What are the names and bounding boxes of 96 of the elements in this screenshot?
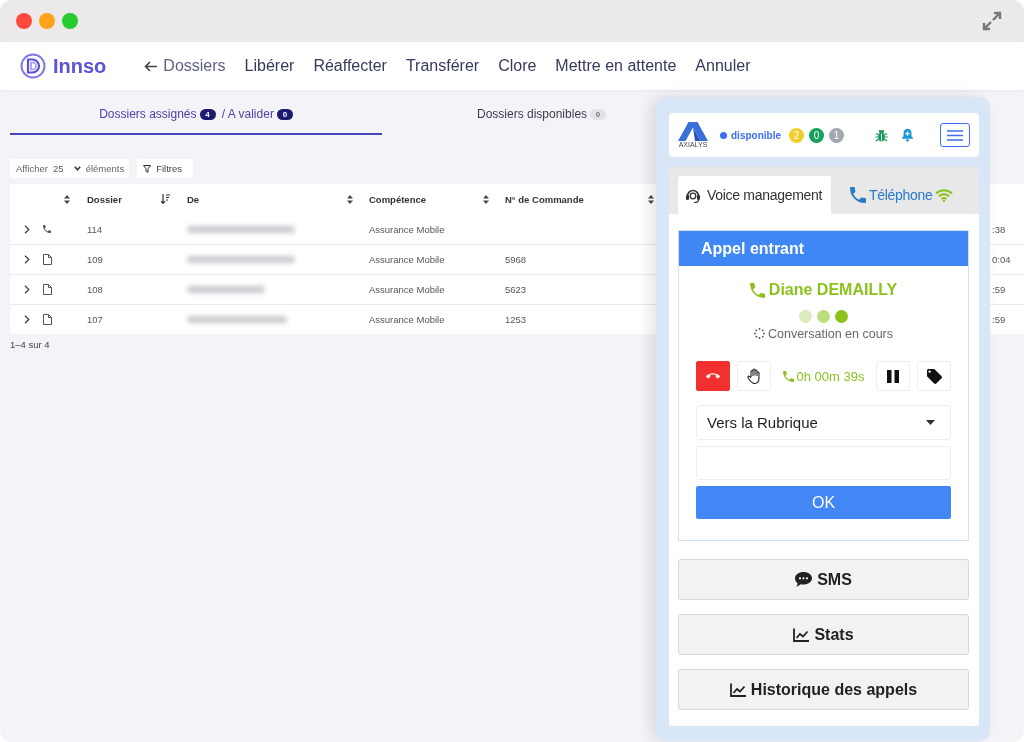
page-size-suffix: éléments: [85, 163, 125, 174]
bell-icon[interactable]: [901, 128, 914, 142]
sort-descending-icon[interactable]: [161, 194, 170, 204]
status-dot-icon: [720, 131, 727, 139]
tab[interactable]: Voice management: [678, 176, 831, 214]
sort-icon[interactable]: [483, 194, 489, 204]
close-icon[interactable]: [16, 13, 32, 29]
logo-icon: [20, 53, 46, 79]
history-button[interactable]: Historique des appels: [678, 669, 969, 710]
page-size-label: Afficher: [16, 163, 49, 174]
progress-dot: [835, 310, 848, 323]
wifi-icon: [935, 188, 954, 202]
document-icon: [43, 284, 52, 295]
fullscreen-icon[interactable]: [982, 11, 1002, 31]
table-cell: Assurance Mobile: [369, 254, 445, 265]
call-card-title: Appel entrant: [679, 231, 968, 266]
sms-button[interactable]: SMS: [678, 559, 969, 600]
bug-icon[interactable]: [875, 128, 888, 142]
progress-dot: [799, 310, 812, 323]
chevron-icon[interactable]: [24, 224, 30, 234]
table-cell: Assurance Mobile: [369, 314, 445, 325]
count-badge: 0: [276, 108, 293, 120]
logo-icon: [678, 121, 708, 141]
hang-up-button[interactable]: [696, 361, 730, 391]
phone-icon: [782, 370, 794, 382]
column-header[interactable]: Compétence: [359, 184, 495, 214]
tab[interactable]: Téléphone: [843, 176, 961, 214]
pagination-text: 1–4 sur 4: [10, 339, 50, 350]
counter-badge: 2: [789, 127, 804, 143]
menu-button[interactable]: [940, 123, 970, 147]
chevron-icon[interactable]: [24, 285, 30, 294]
table-cell: 5968: [505, 254, 527, 265]
progress-dot: [817, 310, 830, 323]
hand-icon: [747, 368, 761, 384]
table-cell: 1253: [505, 314, 527, 325]
spinner-icon: [753, 328, 765, 339]
sort-icon[interactable]: [648, 194, 654, 204]
toolbar-action[interactable]: Libérer: [244, 57, 295, 75]
tag-button[interactable]: [917, 361, 951, 391]
menu-icon: [947, 129, 963, 141]
chevron-down-icon: [73, 166, 81, 171]
column-header[interactable]: De: [177, 184, 359, 214]
toolbar-action[interactable]: Réaffecter: [313, 57, 387, 75]
page-size-select[interactable]: 25: [53, 163, 81, 174]
phone-icon: [749, 282, 765, 298]
toolbar-action[interactable]: Transférer: [405, 57, 480, 75]
column-header[interactable]: Dossier: [75, 184, 177, 214]
count-badge: 0: [590, 108, 607, 120]
stats-button[interactable]: Stats: [678, 614, 969, 655]
table-cell: :38: [992, 223, 1006, 235]
filter-button[interactable]: Filtres: [137, 159, 194, 178]
table-cell: 108: [87, 284, 103, 295]
back-link[interactable]: Dossiers: [144, 57, 226, 75]
chat-bubble-icon: [795, 572, 813, 587]
line-chart-icon: [729, 682, 746, 697]
status-label[interactable]: disponible: [731, 129, 781, 141]
hand-button[interactable]: [737, 361, 771, 391]
count-badge: 4: [199, 108, 216, 120]
document-icon: [43, 254, 52, 265]
toolbar-action[interactable]: Annuler: [695, 57, 751, 75]
table-cell: Assurance Mobile: [369, 284, 445, 295]
caller-name: Diane DEMAILLY: [768, 281, 898, 299]
phone-icon: [43, 225, 51, 233]
toolbar-action[interactable]: Mettre en attente: [555, 57, 677, 75]
sort-icon[interactable]: [64, 194, 70, 204]
phone-icon: [850, 187, 866, 203]
pause-button[interactable]: [876, 361, 910, 391]
hang-up-icon: [706, 373, 720, 379]
table-cell: 0:04: [992, 254, 1011, 265]
table-cell: 107: [87, 314, 103, 325]
app-name: Innso: [53, 54, 107, 78]
call-timer: 0h 00m 39s: [796, 368, 865, 384]
table-cell: Assurance Mobile: [369, 223, 445, 235]
table-cell: 109: [87, 254, 103, 265]
counter-badge: 1: [829, 127, 844, 143]
table-cell: 114: [87, 223, 103, 235]
pause-icon: [887, 369, 899, 383]
chevron-icon[interactable]: [24, 255, 30, 264]
table-cell: 5623: [505, 284, 527, 295]
chevron-icon[interactable]: [24, 315, 30, 324]
line-chart-icon: [793, 627, 810, 642]
tag-icon: [926, 368, 942, 384]
headset-icon: [685, 187, 701, 203]
counter-badge: 0: [809, 127, 824, 143]
column-header[interactable]: N° de Commande: [495, 184, 660, 214]
back-arrow-icon: [144, 60, 158, 72]
rubrique-select[interactable]: Vers la Rubrique: [696, 405, 951, 440]
table-cell: :59: [992, 284, 1006, 295]
tab[interactable]: Dossiers assignés 4 / A valider 0: [10, 95, 382, 135]
document-icon: [43, 314, 52, 325]
tab[interactable]: Dossiers disponibles 0: [382, 95, 654, 135]
filter-icon: [143, 164, 152, 173]
caret-down-icon: [926, 420, 935, 425]
table-cell: :59: [992, 314, 1006, 325]
toolbar-action[interactable]: Clore: [498, 57, 537, 75]
sort-icon[interactable]: [347, 194, 353, 204]
